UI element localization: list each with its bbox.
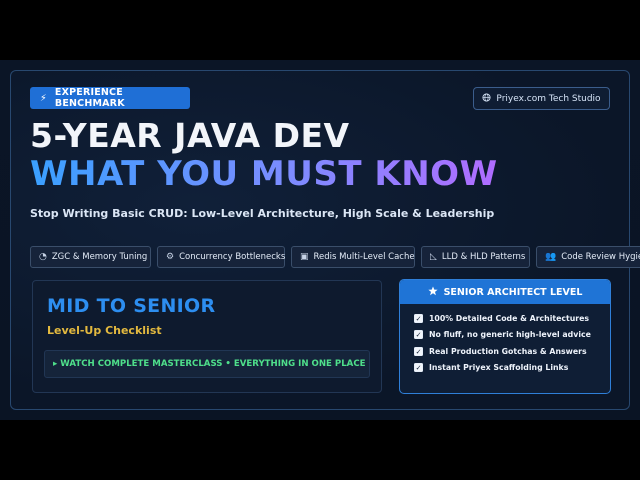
panel-subheading: Level-Up Checklist xyxy=(47,324,162,337)
star-icon xyxy=(427,286,438,299)
tag-label: Code Review Hygiene xyxy=(561,252,640,262)
gauge-icon: ◔ xyxy=(39,252,47,262)
gear-icon: ⚙ xyxy=(166,252,175,262)
watch-masterclass-cta: ▸ WATCH COMPLETE MASTERCLASS • EVERYTHIN… xyxy=(44,350,370,378)
checklist-label: Instant Priyex Scaffolding Links xyxy=(429,363,569,373)
list-item: ✓ No fluff, no generic high-level advice xyxy=(414,327,610,344)
subtitle: Stop Writing Basic CRUD: Low-Level Archi… xyxy=(30,207,495,220)
senior-architect-heading: SENIOR ARCHITECT LEVEL xyxy=(443,286,583,298)
tag-label: LLD & HLD Patterns xyxy=(441,252,526,262)
tag-label: Redis Multi-Level Cache xyxy=(313,252,415,262)
checkbox-checked-icon: ✓ xyxy=(414,363,423,373)
users-icon: 👥 xyxy=(545,252,557,262)
senior-architect-header: SENIOR ARCHITECT LEVEL xyxy=(400,280,610,304)
panel-heading: MID TO SENIOR xyxy=(47,295,216,317)
experience-badge-label: EXPERIENCE BENCHMARK xyxy=(54,87,125,109)
checklist-label: 100% Detailed Code & Architectures xyxy=(429,313,590,323)
headline-line-1: 5-YEAR JAVA DEV xyxy=(30,116,350,155)
list-item: ✓ Instant Priyex Scaffolding Links xyxy=(414,360,610,377)
checkbox-checked-icon: ✓ xyxy=(414,313,423,323)
headline-line-2: WHAT YOU MUST KNOW xyxy=(30,154,498,194)
checklist-label: Real Production Gotchas & Answers xyxy=(429,346,587,356)
tag-redis: ▣ Redis Multi-Level Cache xyxy=(291,246,415,268)
tag-label: Concurrency Bottlenecks xyxy=(179,252,286,262)
studio-badge: Priyex.com Tech Studio xyxy=(473,87,610,110)
senior-architect-panel: SENIOR ARCHITECT LEVEL ✓ 100% Detailed C… xyxy=(399,279,611,394)
experience-badge: ⚡ EXPERIENCE BENCHMARK xyxy=(30,87,190,109)
topic-tags: ◔ ZGC & Memory Tuning ⚙ Concurrency Bott… xyxy=(30,246,640,268)
checkbox-checked-icon: ✓ xyxy=(414,330,423,340)
tag-label: ZGC & Memory Tuning xyxy=(51,252,148,262)
checklist: ✓ 100% Detailed Code & Architectures ✓ N… xyxy=(400,304,610,376)
checkbox-checked-icon: ✓ xyxy=(414,346,423,356)
lightning-icon: ⚡ xyxy=(40,92,47,104)
globe-icon xyxy=(482,92,491,105)
checklist-label: No fluff, no generic high-level advice xyxy=(429,330,591,340)
diagram-icon: ◺ xyxy=(430,252,437,262)
tag-lld-hld: ◺ LLD & HLD Patterns xyxy=(421,246,530,268)
tag-concurrency: ⚙ Concurrency Bottlenecks xyxy=(157,246,285,268)
studio-label: Priyex.com Tech Studio xyxy=(496,93,601,104)
tag-zgc: ◔ ZGC & Memory Tuning xyxy=(30,246,151,268)
list-item: ✓ Real Production Gotchas & Answers xyxy=(414,343,610,360)
database-icon: ▣ xyxy=(300,252,309,262)
list-item: ✓ 100% Detailed Code & Architectures xyxy=(414,310,610,327)
tag-code-review: 👥 Code Review Hygiene xyxy=(536,246,640,268)
